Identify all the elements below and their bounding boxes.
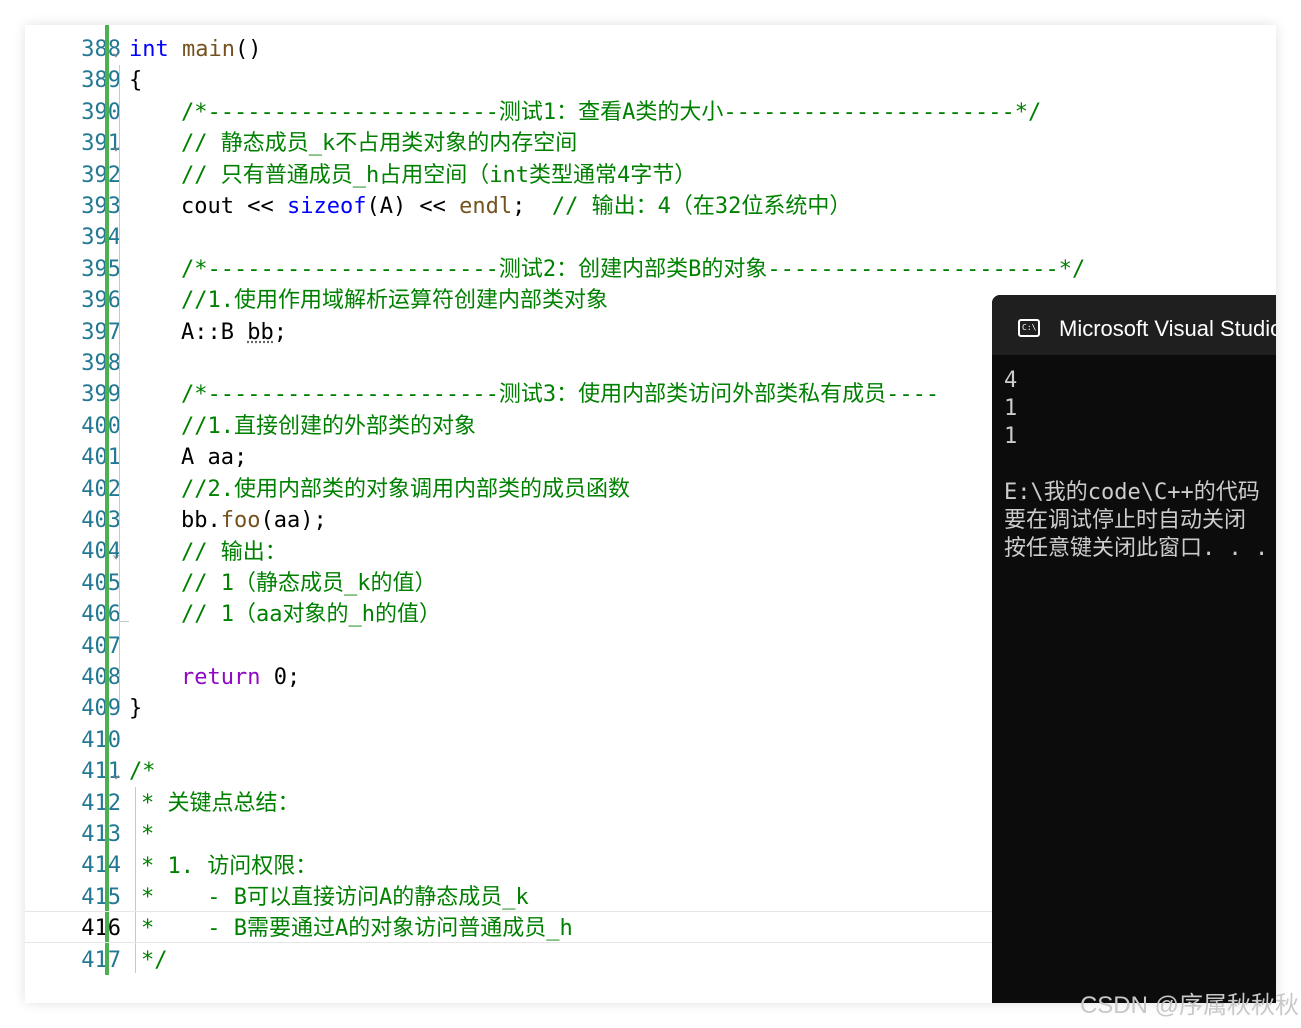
- line-number: 406: [81, 602, 121, 628]
- line-number: 411: [81, 759, 121, 785]
- console-title-bar[interactable]: C:\ Microsoft Visual Studio: [992, 295, 1276, 355]
- code-line-401[interactable]: A aa;: [181, 442, 247, 473]
- code-line-399[interactable]: /*----------------------测试3：使用内部类访问外部类私有…: [181, 379, 939, 410]
- code-line-388[interactable]: int main(): [129, 34, 261, 65]
- code-line-396[interactable]: //1.使用作用域解析运算符创建内部类对象: [181, 285, 608, 316]
- line-number: 413: [81, 822, 121, 847]
- line-number: 398: [81, 351, 121, 376]
- watermark: CSDN @序属秋秋秋: [1079, 992, 1299, 1019]
- line-number: 415: [81, 884, 121, 910]
- indent-guide: [119, 65, 120, 705]
- fold-chevron-icon[interactable]: ⌄: [110, 539, 122, 570]
- code-line-408[interactable]: return 0;: [181, 662, 300, 693]
- code-line-400[interactable]: //1.直接创建的外部类的对象: [181, 411, 476, 442]
- line-number: 392: [81, 162, 121, 188]
- code-line-409[interactable]: }: [129, 693, 142, 724]
- line-number-gutter: 388 389 390 391 392 393 394 395 396 397 398 399 400 4…: [25, 25, 121, 1003]
- line-number: 395: [81, 256, 121, 282]
- code-line-416[interactable]: * - B需要通过A的对象访问普通成员_h: [141, 913, 573, 944]
- fold-chevron-icon[interactable]: ⌄: [110, 37, 122, 68]
- code-line-405[interactable]: // 1（静态成员_k的值）: [181, 568, 436, 599]
- code-line-414[interactable]: * 1. 访问权限：: [141, 851, 317, 882]
- line-number: 401: [81, 445, 121, 471]
- line-number: 399: [81, 382, 121, 408]
- code-line-417[interactable]: */: [141, 945, 168, 976]
- line-number: 404: [81, 539, 121, 565]
- code-line-402[interactable]: //2.使用内部类的对象调用内部类的成员函数: [181, 474, 630, 505]
- change-indicator-bar: [105, 25, 109, 975]
- fold-chevron-icon[interactable]: ⌄: [110, 131, 122, 162]
- code-line-397[interactable]: A::B bb;: [181, 317, 287, 348]
- line-number: 409: [81, 696, 121, 722]
- console-output: 4 1 1 E:\我的code\C++的代码 要在调试停止时自动关闭 按任意键关…: [1004, 368, 1269, 561]
- console-title: Microsoft Visual Studio: [1059, 316, 1276, 341]
- code-line-393[interactable]: cout << sizeof(A) << endl; // 输出：4（在32位系…: [181, 191, 851, 222]
- code-line-413[interactable]: *: [141, 819, 154, 850]
- line-number: 400: [81, 413, 121, 439]
- code-line-389[interactable]: {: [129, 65, 142, 96]
- code-line-403[interactable]: bb.foo(aa);: [181, 505, 327, 536]
- code-line-415[interactable]: * - B可以直接访问A的静态成员_k: [141, 882, 529, 913]
- line-number: 407: [81, 633, 121, 659]
- line-number: 393: [81, 194, 121, 219]
- indent-guide: [119, 621, 129, 622]
- line-number: 417: [81, 947, 121, 973]
- line-number: 414: [81, 853, 121, 879]
- line-number: 408: [81, 665, 121, 690]
- line-number: 403: [81, 508, 121, 533]
- fold-chevron-icon[interactable]: ⌄: [110, 759, 122, 790]
- code-line-404[interactable]: // 输出：: [181, 537, 287, 568]
- line-number: 389: [81, 68, 121, 94]
- line-number: 402: [81, 476, 121, 502]
- line-number: 391: [81, 131, 121, 157]
- indent-guide: [135, 787, 136, 973]
- line-number: 388: [81, 37, 121, 62]
- console-icon: C:\: [1018, 319, 1040, 337]
- line-number: 412: [81, 790, 121, 816]
- line-number: 396: [81, 288, 121, 314]
- code-line-392[interactable]: // 只有普通成员_h占用空间（int类型通常4字节）: [181, 160, 696, 191]
- line-number: 390: [81, 99, 121, 125]
- line-number: 394: [81, 225, 121, 251]
- code-line-391[interactable]: // 静态成员_k不占用类对象的内存空间: [181, 128, 577, 159]
- line-number: 410: [81, 727, 121, 753]
- code-line-411[interactable]: /*: [129, 756, 156, 787]
- code-line-406[interactable]: // 1（aa对象的_h的值）: [181, 599, 441, 630]
- code-line-390[interactable]: /*----------------------测试1：查看A类的大小-----…: [181, 97, 1041, 128]
- code-line-395[interactable]: /*----------------------测试2：创建内部类B的对象---…: [181, 254, 1085, 285]
- line-number: 405: [81, 570, 121, 596]
- console-window[interactable]: C:\ Microsoft Visual Studio 4 1 1 E:\我的c…: [992, 295, 1276, 1003]
- line-number: 397: [81, 319, 121, 345]
- variable-bb[interactable]: bb: [247, 320, 274, 345]
- code-line-412[interactable]: * 关键点总结：: [141, 788, 300, 819]
